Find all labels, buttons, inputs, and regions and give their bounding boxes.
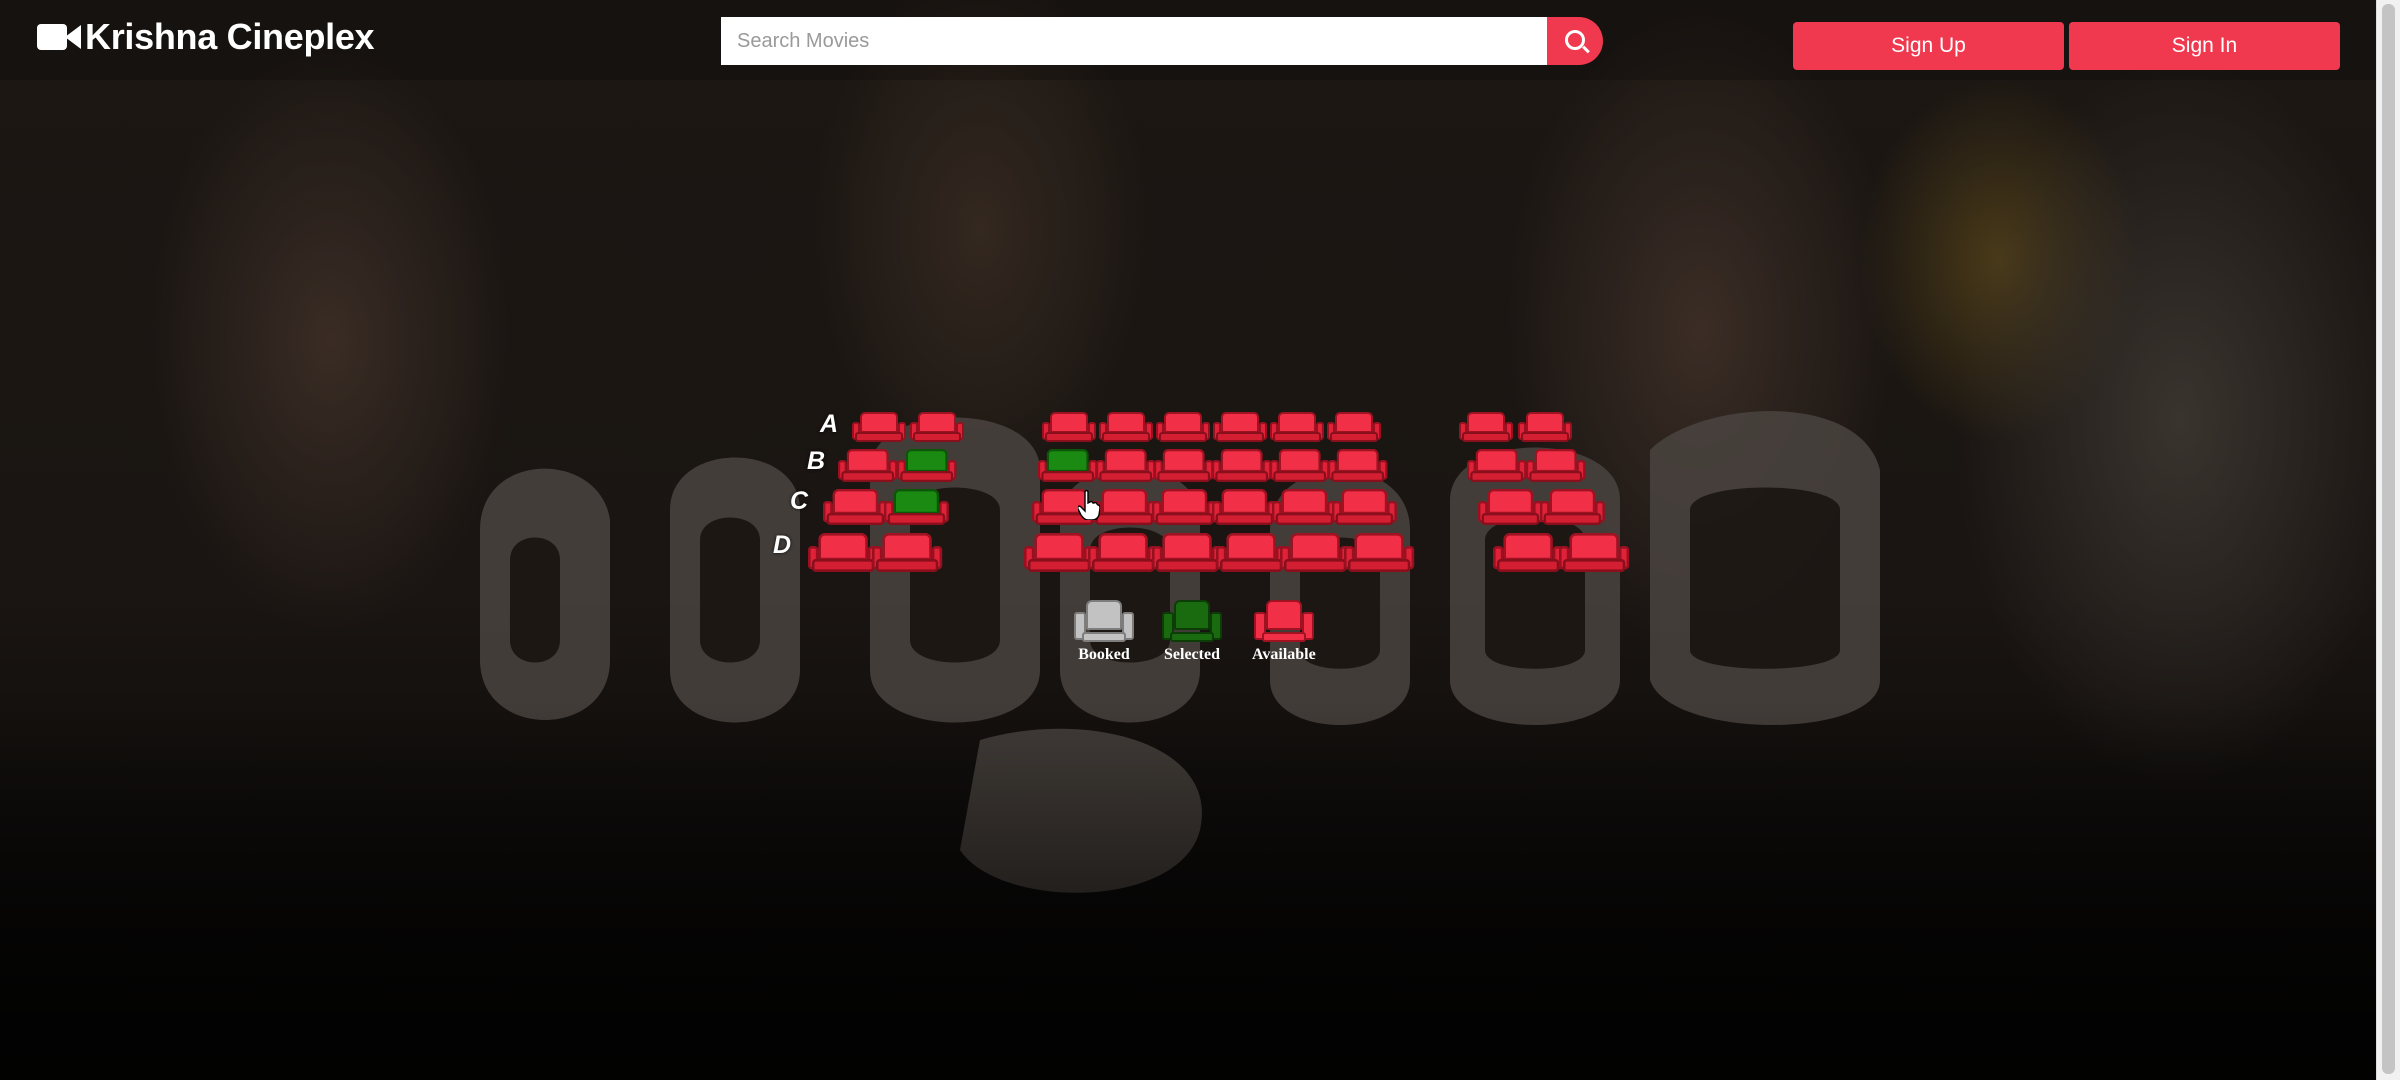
seat-b3[interactable]: [1038, 449, 1098, 482]
bottom-shade: [0, 700, 2377, 1080]
legend-label: Selected: [1164, 646, 1220, 663]
seat-a7[interactable]: [1270, 412, 1324, 442]
seat-c4[interactable]: [1092, 489, 1157, 525]
seat-d3[interactable]: [1024, 533, 1095, 572]
seat-d4[interactable]: [1088, 533, 1159, 572]
vertical-scrollbar[interactable]: [2376, 0, 2400, 1080]
search-icon: [1565, 30, 1585, 50]
page: Krishna Cineplex Sign Up Sign In ABCD Bo…: [0, 0, 2400, 1080]
seat-d2[interactable]: [872, 533, 943, 572]
seat-d1[interactable]: [808, 533, 879, 572]
seat-c5[interactable]: [1152, 489, 1217, 525]
seat-a1[interactable]: [852, 412, 906, 442]
seat-d9[interactable]: [1493, 533, 1564, 572]
top-navbar: Krishna Cineplex Sign Up Sign In: [0, 0, 2377, 80]
available-seat-icon: [1253, 600, 1314, 642]
seat-b2[interactable]: [897, 449, 957, 482]
sign-up-button[interactable]: Sign Up: [1793, 22, 2064, 70]
seat-a3[interactable]: [1042, 412, 1096, 442]
seat-a2[interactable]: [910, 412, 964, 442]
seat-b10[interactable]: [1526, 449, 1586, 482]
seat-d6[interactable]: [1216, 533, 1287, 572]
seat-b5[interactable]: [1154, 449, 1214, 482]
brand-logo[interactable]: Krishna Cineplex: [37, 16, 375, 58]
seat-a10[interactable]: [1518, 412, 1572, 442]
brand-name: Krishna Cineplex: [85, 16, 375, 57]
search-bar: [721, 17, 1603, 65]
legend-available: Available: [1252, 600, 1316, 664]
sign-in-button[interactable]: Sign In: [2069, 22, 2340, 70]
seat-a4[interactable]: [1099, 412, 1153, 442]
seat-a5[interactable]: [1156, 412, 1210, 442]
seat-c1[interactable]: [823, 489, 888, 525]
legend-label: Available: [1252, 646, 1316, 663]
scrollbar-thumb[interactable]: [2382, 4, 2395, 1074]
seat-c2[interactable]: [884, 489, 949, 525]
seat-b6[interactable]: [1212, 449, 1272, 482]
search-input[interactable]: [721, 17, 1547, 65]
search-button[interactable]: [1547, 17, 1603, 65]
legend-booked: Booked: [1074, 600, 1134, 664]
video-camera-icon: [37, 21, 81, 53]
seat-c8[interactable]: [1332, 489, 1397, 525]
seat-d8[interactable]: [1344, 533, 1415, 572]
seat-a8[interactable]: [1327, 412, 1381, 442]
booked-seat-icon: [1074, 600, 1134, 642]
legend-selected: Selected: [1162, 600, 1222, 664]
seat-d5[interactable]: [1152, 533, 1223, 572]
seat-c9[interactable]: [1478, 489, 1543, 525]
seat-c7[interactable]: [1272, 489, 1337, 525]
seat-c6[interactable]: [1212, 489, 1277, 525]
seat-a9[interactable]: [1459, 412, 1513, 442]
selected-seat-icon: [1162, 600, 1222, 642]
seat-d7[interactable]: [1280, 533, 1351, 572]
seat-a6[interactable]: [1213, 412, 1267, 442]
seat-b1[interactable]: [838, 449, 898, 482]
seat-b4[interactable]: [1096, 449, 1156, 482]
mouse-pointer-icon: [1078, 490, 1100, 520]
seat-d10[interactable]: [1559, 533, 1630, 572]
seat-b9[interactable]: [1467, 449, 1527, 482]
legend-label: Booked: [1078, 646, 1130, 663]
seat-b7[interactable]: [1270, 449, 1330, 482]
seat-c10[interactable]: [1540, 489, 1605, 525]
seat-b8[interactable]: [1328, 449, 1388, 482]
